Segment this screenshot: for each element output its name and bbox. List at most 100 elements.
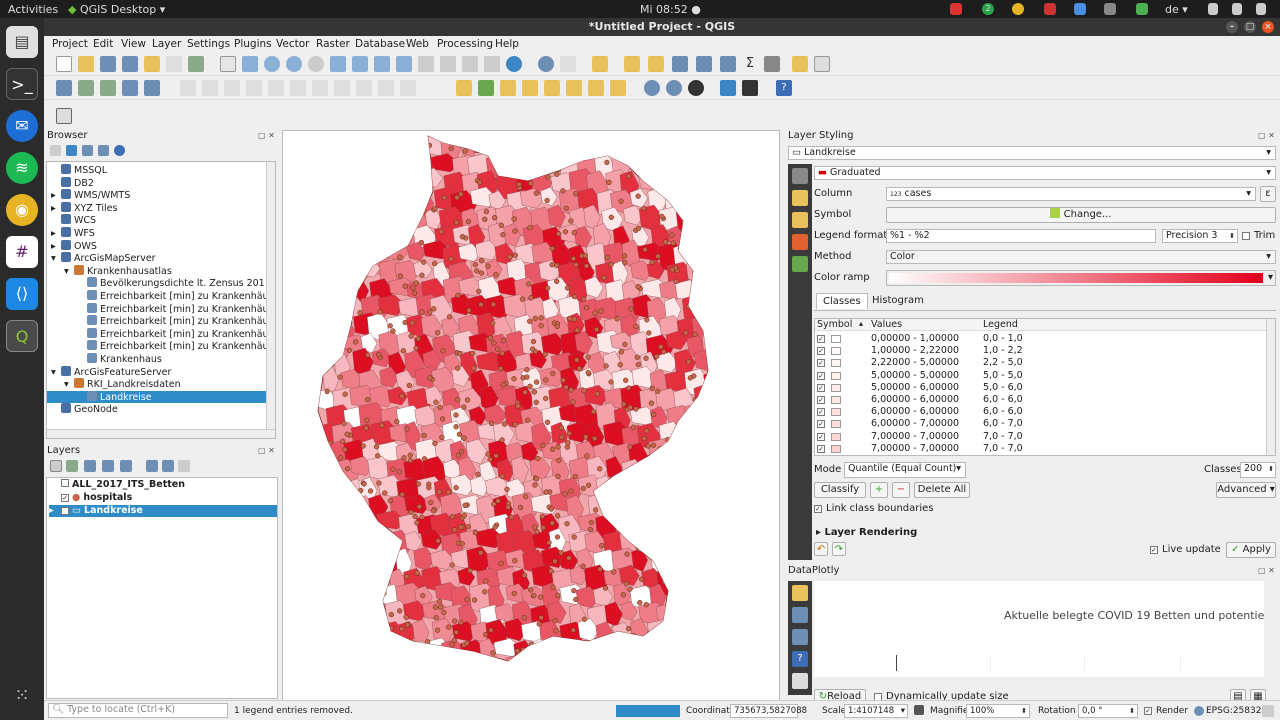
hospital-point[interactable] bbox=[598, 542, 605, 549]
district-polygon[interactable] bbox=[656, 640, 678, 660]
expand-arrow-icon[interactable]: ▾ bbox=[64, 266, 74, 278]
district-polygon[interactable] bbox=[676, 602, 703, 622]
class-symbol-swatch[interactable] bbox=[831, 371, 841, 380]
hospital-point[interactable] bbox=[564, 521, 570, 527]
district-polygon[interactable] bbox=[546, 637, 572, 663]
class-row[interactable]: ✓ 7,00000 - 7,00000 7,0 - 7,0 bbox=[815, 431, 1265, 443]
pan-icon[interactable] bbox=[220, 56, 236, 72]
hospital-point[interactable] bbox=[495, 498, 501, 504]
hospital-point[interactable] bbox=[467, 567, 473, 574]
hospital-point[interactable] bbox=[503, 159, 509, 166]
delete-all-button[interactable]: Delete All bbox=[914, 482, 970, 498]
hospital-point[interactable] bbox=[705, 589, 711, 595]
class-values[interactable]: 5,00000 - 5,00000 bbox=[871, 370, 959, 382]
district-polygon[interactable] bbox=[674, 528, 694, 551]
hospital-point[interactable] bbox=[549, 638, 555, 644]
hospital-point[interactable] bbox=[462, 502, 468, 509]
hospital-point[interactable] bbox=[329, 538, 335, 545]
hospital-point[interactable] bbox=[527, 318, 533, 324]
hospital-point[interactable] bbox=[455, 397, 461, 403]
district-polygon[interactable] bbox=[322, 547, 340, 576]
plot-vscrollbar[interactable] bbox=[1267, 581, 1276, 685]
district-polygon[interactable] bbox=[324, 512, 348, 541]
hospital-point[interactable] bbox=[554, 136, 560, 142]
district-polygon[interactable] bbox=[567, 135, 597, 160]
layer-item-hospitals[interactable]: ✓ ● hospitals bbox=[49, 492, 275, 504]
hospital-point[interactable] bbox=[439, 656, 445, 662]
hospital-point[interactable] bbox=[482, 589, 488, 595]
hospital-point[interactable] bbox=[438, 649, 445, 655]
hospital-point[interactable] bbox=[643, 461, 649, 468]
hospital-point[interactable] bbox=[317, 618, 323, 624]
legend-format-input[interactable]: %1 - %2 bbox=[886, 229, 1156, 243]
hospital-point[interactable] bbox=[548, 568, 554, 574]
plot-hscrollbar[interactable] bbox=[814, 677, 1264, 685]
hospital-point[interactable] bbox=[709, 389, 714, 394]
hospital-point[interactable] bbox=[576, 365, 583, 372]
hospital-point[interactable] bbox=[390, 466, 396, 472]
district-polygon[interactable] bbox=[682, 439, 704, 464]
hospital-point[interactable] bbox=[673, 184, 680, 190]
district-polygon[interactable] bbox=[314, 171, 334, 197]
hospital-point[interactable] bbox=[549, 520, 555, 526]
hospital-point[interactable] bbox=[500, 232, 506, 238]
hospital-point[interactable] bbox=[538, 614, 544, 621]
hospital-point[interactable] bbox=[402, 319, 408, 326]
browser-hscrollbar[interactable] bbox=[47, 429, 275, 438]
hospital-point[interactable] bbox=[571, 230, 577, 236]
hospital-point[interactable] bbox=[365, 396, 371, 403]
hospital-point[interactable] bbox=[345, 194, 351, 200]
hospital-point[interactable] bbox=[314, 432, 320, 438]
hospital-point[interactable] bbox=[534, 529, 540, 535]
district-polygon[interactable] bbox=[556, 654, 575, 674]
district-polygon[interactable] bbox=[317, 635, 343, 660]
hospital-point[interactable] bbox=[678, 449, 685, 455]
hospital-point[interactable] bbox=[318, 637, 324, 644]
remove-class-button[interactable]: − bbox=[892, 482, 910, 498]
hospital-point[interactable] bbox=[498, 222, 504, 229]
district-polygon[interactable] bbox=[667, 440, 695, 471]
add-feature-icon[interactable] bbox=[246, 80, 262, 96]
hospital-point[interactable] bbox=[330, 586, 336, 592]
hospital-point[interactable] bbox=[680, 145, 686, 152]
select-features-icon[interactable] bbox=[592, 56, 608, 72]
hospital-point[interactable] bbox=[341, 420, 347, 426]
hospital-point[interactable] bbox=[329, 618, 336, 625]
filter-legend-icon[interactable] bbox=[102, 460, 114, 472]
filter-expression-icon[interactable] bbox=[120, 460, 132, 472]
metasearch-icon[interactable] bbox=[644, 80, 660, 96]
hospital-point[interactable] bbox=[414, 520, 420, 526]
district-polygon[interactable] bbox=[702, 438, 720, 459]
delete-selected-icon[interactable] bbox=[290, 80, 306, 96]
hospital-point[interactable] bbox=[649, 479, 656, 485]
hospital-point[interactable] bbox=[504, 160, 510, 166]
hospital-point[interactable] bbox=[629, 484, 635, 490]
hospital-point[interactable] bbox=[469, 350, 476, 357]
choropleth-map[interactable] bbox=[283, 131, 780, 715]
measure-icon[interactable] bbox=[764, 56, 780, 72]
hospital-point[interactable] bbox=[577, 151, 584, 157]
district-polygon[interactable] bbox=[674, 460, 700, 492]
class-symbol-swatch[interactable] bbox=[831, 347, 841, 356]
district-polygon[interactable] bbox=[335, 207, 356, 233]
pan-to-selection-icon[interactable] bbox=[242, 56, 258, 72]
add-class-button[interactable]: + bbox=[870, 482, 888, 498]
hospital-point[interactable] bbox=[546, 539, 552, 546]
hospital-point[interactable] bbox=[391, 139, 397, 146]
hospital-point[interactable] bbox=[315, 309, 321, 315]
hospital-point[interactable] bbox=[573, 262, 579, 268]
hospital-point[interactable] bbox=[410, 646, 416, 652]
hospital-point[interactable] bbox=[379, 163, 385, 170]
class-row[interactable]: ✓7,00000 - 8,000007,0 - 8,0 bbox=[815, 455, 1265, 456]
hospital-point[interactable] bbox=[646, 330, 652, 336]
hospital-point[interactable] bbox=[641, 144, 647, 151]
hospital-point[interactable] bbox=[416, 658, 422, 664]
volume-icon[interactable] bbox=[1232, 3, 1242, 15]
district-polygon[interactable] bbox=[564, 638, 589, 664]
hospital-point[interactable] bbox=[388, 625, 394, 631]
hospital-point[interactable] bbox=[450, 650, 456, 657]
plot-settings-icon[interactable] bbox=[792, 585, 808, 601]
spotify-icon[interactable]: ≋ bbox=[6, 152, 38, 184]
hospital-point[interactable] bbox=[449, 641, 455, 648]
plot-code-icon[interactable] bbox=[792, 673, 808, 689]
